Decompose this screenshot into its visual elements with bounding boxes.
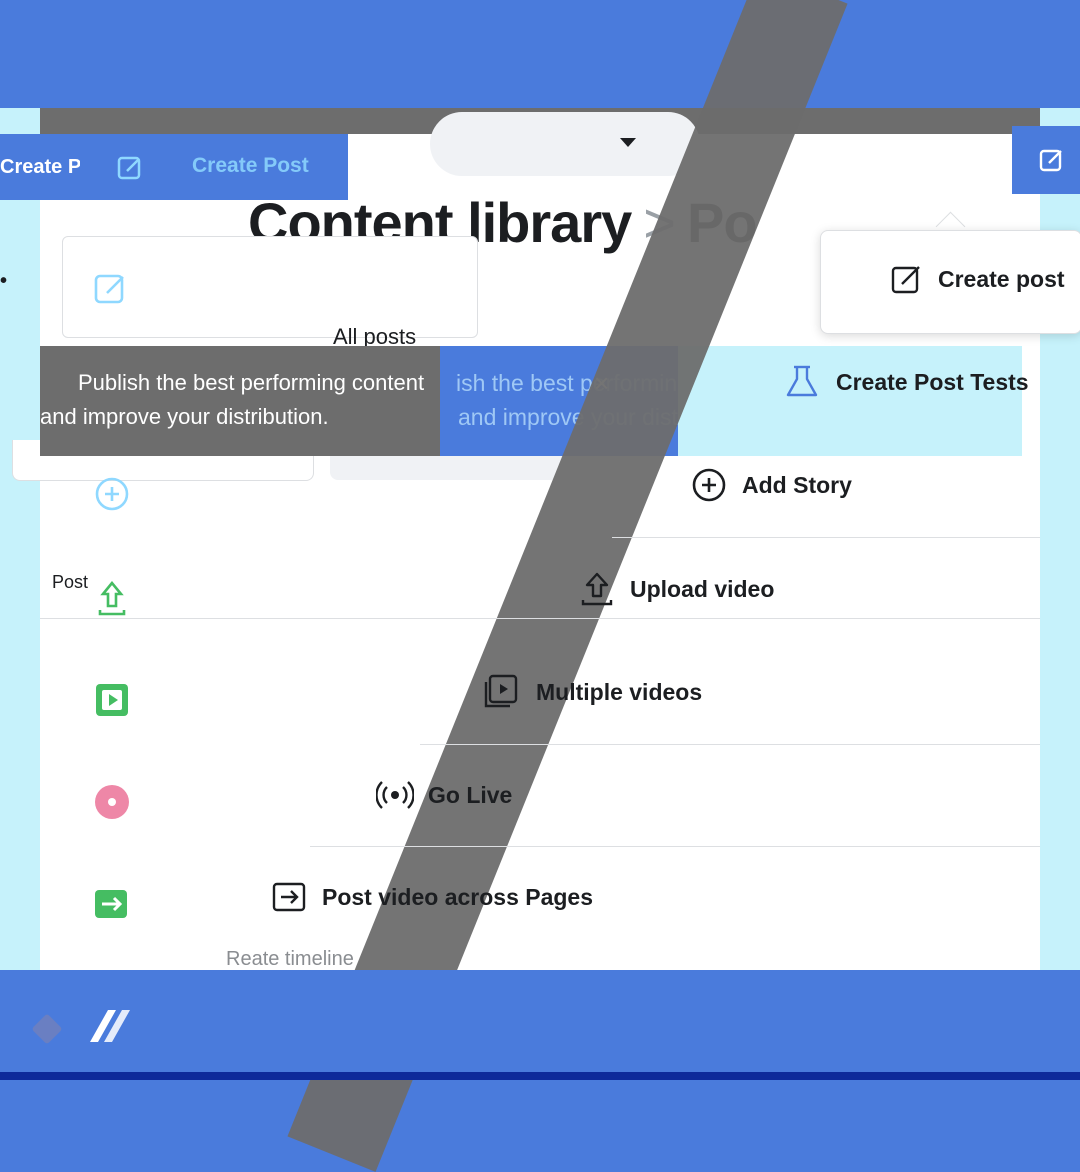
tooltip: Publish the best performing content and … xyxy=(40,346,440,456)
add-story-icon[interactable] xyxy=(92,474,132,514)
menu-item-add-story[interactable]: Add Story xyxy=(690,466,852,504)
live-icon xyxy=(376,781,414,809)
footer-hint: Reate timeline xyxy=(226,948,354,970)
menu-item-label: Multiple videos xyxy=(536,678,703,705)
menu-item-label: Go Live xyxy=(428,781,513,808)
edit-icon xyxy=(117,156,141,180)
upload-icon xyxy=(581,572,613,606)
cross-post-icon xyxy=(272,882,306,912)
filter-card[interactable] xyxy=(62,236,478,338)
brand-logo-icon xyxy=(90,1010,130,1042)
menu-item-label: Create post xyxy=(938,265,1065,292)
menu-item-create-post[interactable]: Create post xyxy=(890,262,1065,296)
menu-item-upload-video[interactable]: Upload video xyxy=(578,570,774,608)
divider xyxy=(310,846,1040,847)
live-icon[interactable] xyxy=(92,782,132,822)
menu-item-post-video-across-pages[interactable]: Post video across Pages xyxy=(270,878,593,916)
flask-icon xyxy=(786,365,818,397)
menu-item-go-live[interactable]: Go Live xyxy=(376,776,512,814)
search-pill[interactable] xyxy=(430,112,700,176)
tooltip-line1: Publish the best performing content xyxy=(78,370,425,395)
create-post-button-secondary[interactable]: Create Post xyxy=(80,134,348,200)
create-post-ghost-label: Create Post xyxy=(192,154,309,177)
chevron-down-icon[interactable] xyxy=(620,138,636,147)
bottom-bar xyxy=(0,970,1080,1080)
menu-item-multiple-videos[interactable]: Multiple videos xyxy=(482,672,702,712)
multiple-videos-icon[interactable] xyxy=(92,680,132,720)
edit-icon xyxy=(1039,149,1062,172)
upload-icon[interactable] xyxy=(92,578,132,618)
edit-icon xyxy=(891,266,920,294)
divider xyxy=(420,744,1040,745)
cross-post-icon[interactable] xyxy=(92,884,132,924)
multiple-videos-icon xyxy=(484,674,518,708)
post-column-label: Post xyxy=(52,572,89,592)
menu-item-label: Upload video xyxy=(630,575,775,602)
divider xyxy=(612,537,1040,538)
side-dot: • xyxy=(0,270,8,292)
divider xyxy=(40,618,1040,619)
menu-item-label: Add Story xyxy=(742,471,852,498)
tooltip-line2: and improve your distribution. xyxy=(40,404,329,429)
left-edge-strip xyxy=(0,108,40,970)
add-story-icon xyxy=(692,468,726,502)
menu-item-label: Post video across Pages xyxy=(322,883,594,910)
create-post-menu-button[interactable] xyxy=(1012,126,1080,194)
menu-item-create-post-tests[interactable]: Create Post Tests xyxy=(782,362,1029,402)
bottom-accent-line xyxy=(0,1072,1080,1080)
menu-item-label: Create Post Tests xyxy=(836,368,1029,395)
create-post-label: Create Post xyxy=(0,156,80,178)
create-post-button[interactable]: Create Post xyxy=(0,134,80,200)
edit-icon xyxy=(94,274,124,304)
